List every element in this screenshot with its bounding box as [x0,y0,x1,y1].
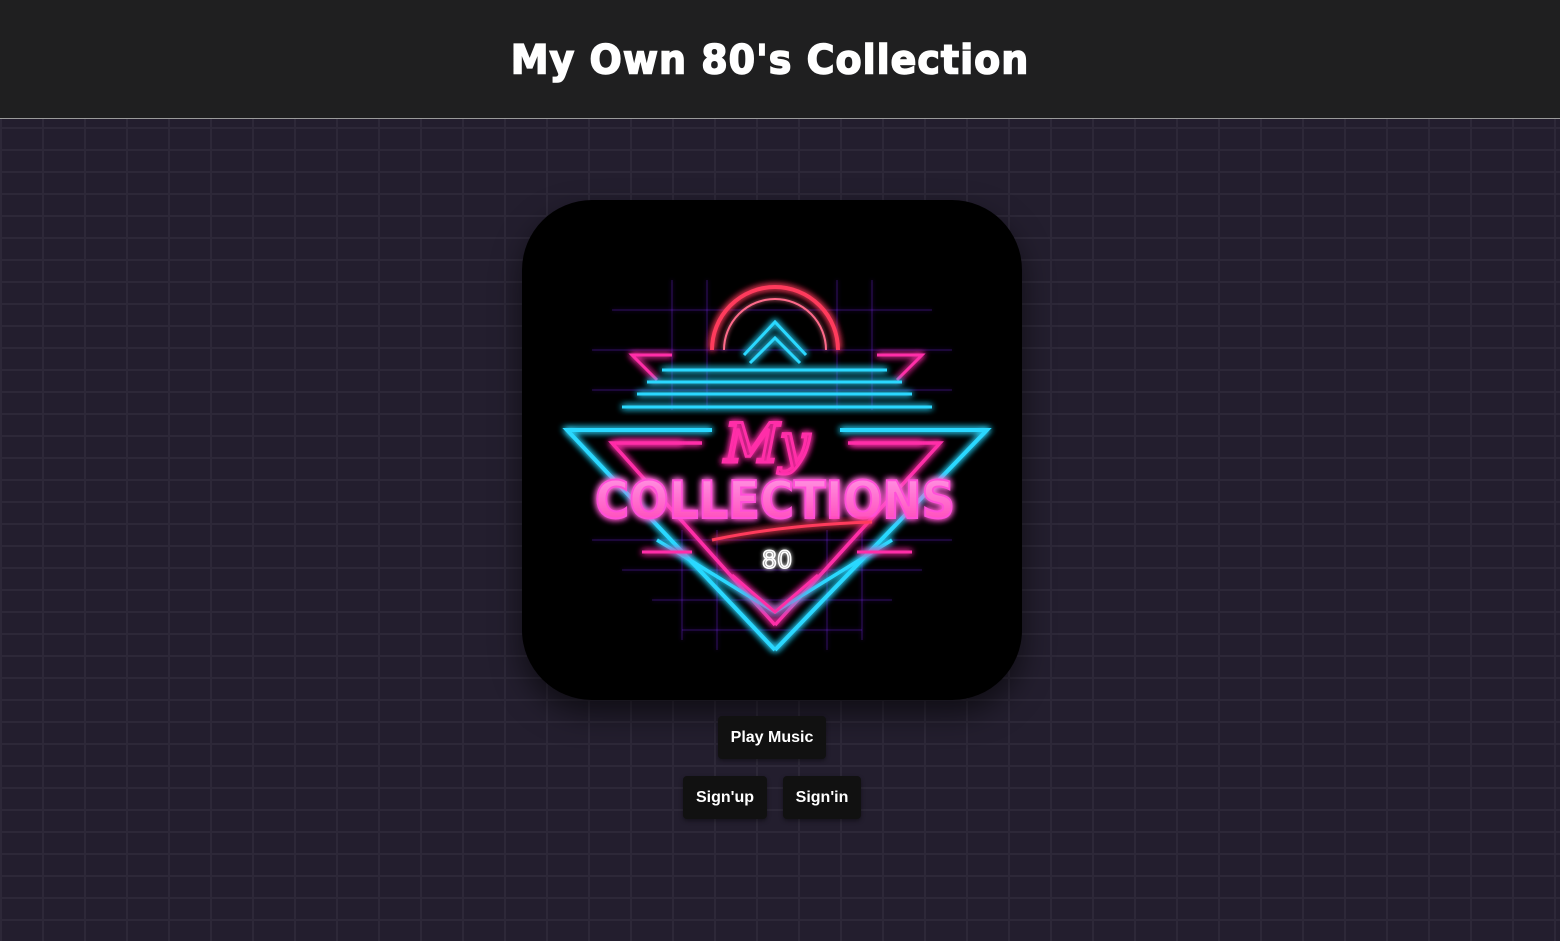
logo-script-word: My [723,412,811,475]
play-music-button[interactable]: Play Music [718,716,826,759]
page-header: My Own 80's Collection [0,0,1560,119]
signin-button[interactable]: Sign'in [783,776,861,819]
neon-logo-graphic: My COLLECTIONS 80 [562,280,992,652]
collection-logo: My COLLECTIONS 80 [522,200,1022,700]
chevrons [742,319,808,365]
logo-number: 80 [762,546,793,574]
sun-arc [710,285,840,351]
logo-main-word: COLLECTIONS [595,471,955,531]
signup-button[interactable]: Sign'up [683,776,767,819]
page-title: My Own 80's Collection [510,36,1030,84]
horizon-stripes [622,368,932,409]
